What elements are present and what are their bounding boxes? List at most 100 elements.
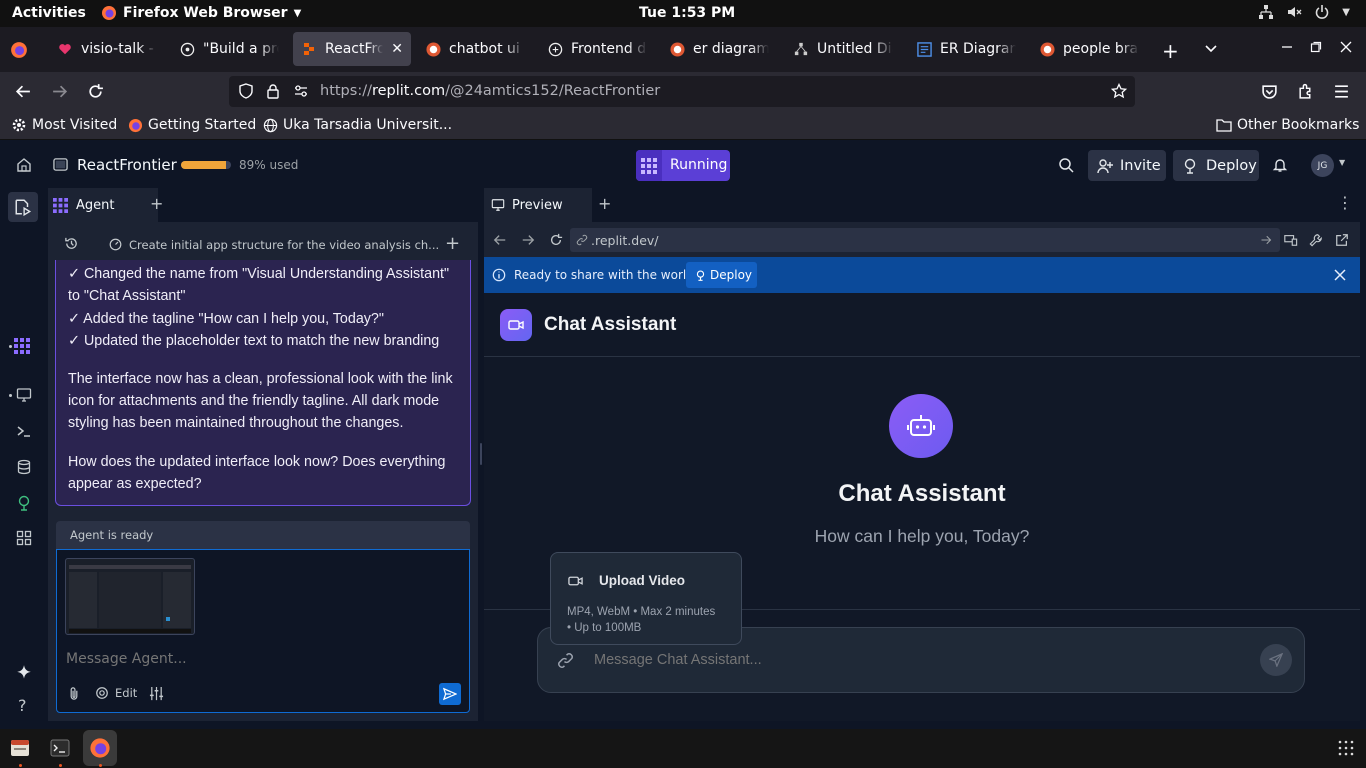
attachment-thumbnail[interactable]	[65, 558, 195, 635]
preview-forward-icon[interactable]	[521, 233, 535, 247]
browser-tab-active[interactable]: ReactFron ✕	[293, 32, 411, 66]
wrench-icon[interactable]	[1309, 233, 1323, 247]
history-icon[interactable]	[64, 236, 79, 251]
bookmark-star-icon[interactable]	[1111, 83, 1127, 99]
add-tab-icon[interactable]: +	[598, 194, 611, 213]
url-bar[interactable]: https://replit.com/@24amtics152/ReactFro…	[229, 76, 1135, 107]
bookmark-most-visited[interactable]: Most Visited	[11, 117, 117, 133]
close-tab-icon[interactable]: ✕	[391, 41, 403, 57]
help-icon[interactable]: ?	[18, 696, 27, 715]
files-app-icon[interactable]	[10, 738, 30, 758]
open-new-tab-icon[interactable]	[1335, 233, 1349, 247]
terminal-app-icon[interactable]	[50, 738, 70, 758]
banner-deploy-button[interactable]: Deploy	[686, 262, 757, 288]
browser-tab[interactable]: "Build a pro	[171, 32, 287, 66]
pane-resize-handle[interactable]	[480, 443, 482, 465]
arrow-right-icon[interactable]	[1260, 234, 1272, 246]
app-grid-icon[interactable]	[1338, 740, 1354, 756]
usage-bar[interactable]	[181, 161, 231, 169]
url-text[interactable]: https://replit.com/@24amtics152/ReactFro…	[320, 83, 660, 99]
tab-agent[interactable]: Agent	[48, 188, 158, 222]
search-icon[interactable]	[1058, 157, 1074, 173]
robot-icon	[907, 413, 935, 439]
agent-tool-icon[interactable]	[14, 338, 30, 354]
close-window-icon[interactable]	[1340, 41, 1352, 53]
home-icon[interactable]	[16, 157, 32, 173]
app-menu[interactable]: Firefox Web Browser ▼	[101, 5, 301, 21]
sparkle-icon[interactable]	[15, 664, 33, 682]
tab-preview[interactable]: Preview	[484, 188, 592, 222]
avatar[interactable]: JG	[1311, 154, 1334, 177]
preview-back-icon[interactable]	[493, 233, 507, 247]
invite-button[interactable]: Invite	[1088, 150, 1166, 181]
checkpoint-title[interactable]: Create initial app structure for the vid…	[129, 238, 439, 252]
list-all-tabs-icon[interactable]	[1204, 41, 1218, 55]
reload-icon[interactable]	[87, 83, 104, 100]
add-tab-icon[interactable]: +	[150, 194, 163, 213]
globe-icon	[263, 118, 278, 133]
link-icon[interactable]	[557, 652, 574, 669]
forward-icon[interactable]	[51, 83, 68, 100]
devices-icon[interactable]	[1283, 233, 1298, 247]
paperclip-icon[interactable]	[67, 686, 81, 701]
settings-sliders-icon[interactable]	[149, 686, 164, 701]
more-options-icon[interactable]: ⋮	[1337, 194, 1353, 212]
minimize-icon[interactable]	[1281, 41, 1293, 53]
agent-message-input[interactable]	[66, 648, 456, 670]
browser-tab[interactable]: visio-talk - L	[49, 32, 165, 66]
browser-tab[interactable]: Untitled Dia	[785, 32, 901, 66]
deployments-icon[interactable]	[16, 495, 32, 511]
agent-input-box[interactable]: Edit	[56, 549, 470, 713]
bookmark-other[interactable]: Other Bookmarks	[1216, 117, 1359, 133]
edit-mode-button[interactable]: Edit	[95, 686, 137, 700]
browser-tab[interactable]: er diagram f	[661, 32, 777, 66]
database-icon[interactable]	[16, 459, 32, 475]
new-chat-icon[interactable]: +	[445, 233, 460, 254]
firefox-view-icon[interactable]	[10, 41, 28, 59]
preview-url-field[interactable]: .replit.dev/	[570, 228, 1280, 252]
browser-tab[interactable]: chatbot ui d	[417, 32, 533, 66]
run-button[interactable]: Running	[636, 150, 730, 181]
pocket-icon[interactable]	[1261, 83, 1278, 100]
bell-icon[interactable]	[1272, 157, 1288, 173]
replit-header: ReactFrontier 89% used Running Invite De…	[0, 140, 1366, 188]
app-preview-frame: Chat Assistant Chat Assistant How can I …	[484, 293, 1360, 721]
firefox-app-icon[interactable]	[83, 730, 117, 766]
upload-size-limit: • Up to 100MB	[567, 622, 642, 634]
preview-tab-bar: Preview + ⋮	[484, 188, 1360, 222]
monitor-icon[interactable]	[16, 387, 32, 403]
all-tools-icon[interactable]	[16, 530, 32, 546]
extensions-icon[interactable]	[1297, 83, 1314, 100]
hamburger-menu-icon[interactable]	[1333, 83, 1350, 100]
permissions-icon[interactable]	[293, 83, 309, 99]
maximize-icon[interactable]	[1310, 41, 1322, 53]
terminal-icon[interactable]	[16, 423, 32, 439]
new-tab-icon[interactable]: +	[1162, 39, 1179, 63]
monitor-icon	[491, 198, 505, 212]
system-tray[interactable]: ▼	[1258, 4, 1350, 20]
shield-icon[interactable]	[238, 83, 254, 99]
preview-reload-icon[interactable]	[549, 233, 563, 247]
chat-message-input[interactable]	[594, 649, 1194, 671]
app-menu-label: Firefox Web Browser	[123, 5, 288, 21]
toggle-files-button[interactable]	[8, 192, 38, 222]
bookmark-getting-started[interactable]: Getting Started	[128, 117, 256, 133]
upload-title: Upload Video	[599, 573, 686, 588]
browser-tab[interactable]: people brae	[1031, 32, 1147, 66]
chevron-down-icon[interactable]: ▼	[1339, 158, 1345, 167]
bookmark-uka-tarsadia[interactable]: Uka Tarsadia Universit...	[263, 117, 452, 133]
agent-icon	[53, 197, 68, 213]
send-button[interactable]	[439, 683, 461, 705]
back-icon[interactable]	[15, 83, 32, 100]
active-indicator-dot	[9, 345, 12, 348]
close-banner-icon[interactable]	[1334, 269, 1346, 281]
upload-video-popover[interactable]: Upload Video MP4, WebM • Max 2 minutes •…	[550, 552, 742, 645]
repl-name[interactable]: ReactFrontier	[77, 156, 177, 174]
chat-send-button[interactable]	[1260, 644, 1292, 676]
browser-tab[interactable]: ER Diagram	[908, 32, 1024, 66]
deploy-button[interactable]: Deploy	[1173, 150, 1259, 181]
activities-button[interactable]: Activities	[12, 5, 86, 21]
lock-icon[interactable]	[265, 83, 281, 99]
browser-tab[interactable]: Frontend de	[539, 32, 655, 66]
clock[interactable]: Tue 1:53 PM	[639, 5, 735, 21]
